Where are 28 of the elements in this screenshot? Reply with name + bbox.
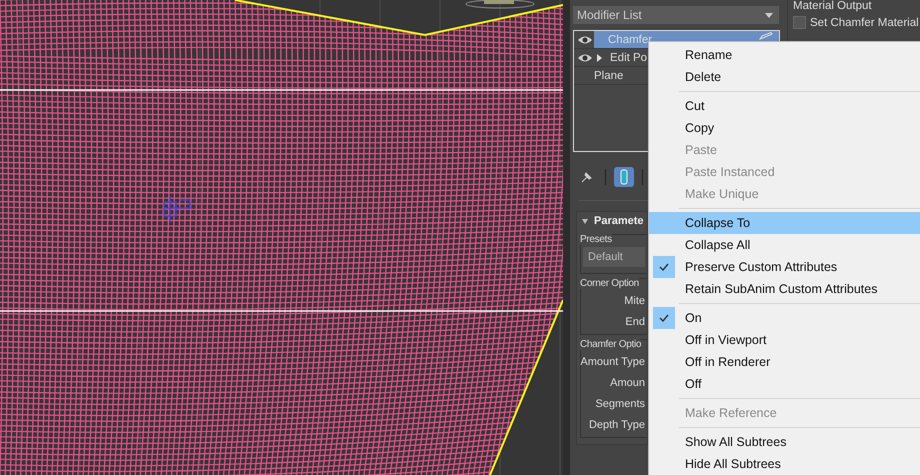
field-label: Segments (595, 398, 645, 410)
section-title: Material Output (793, 0, 873, 12)
modifier-list-dropdown[interactable]: Modifier List (573, 6, 779, 24)
menu-item[interactable]: Collapse To (649, 212, 920, 234)
rollout-title[interactable]: Paramete (594, 215, 644, 227)
menu-item[interactable]: Off (649, 373, 920, 395)
menu-item[interactable]: Copy (649, 117, 920, 139)
menu-item[interactable]: Retain SubAnim Custom Attributes (649, 278, 920, 300)
menu-item[interactable]: Collapse All (649, 234, 920, 256)
field-label: Mite (624, 295, 645, 307)
menu-item[interactable]: Show All Subtrees (649, 431, 920, 453)
menu-item[interactable]: Off in Viewport (649, 329, 920, 351)
group-title: Chamfer Optio (580, 339, 642, 350)
field-label: Amoun (610, 377, 645, 389)
presets-dropdown[interactable]: Default (583, 247, 645, 267)
menu-item[interactable]: Preserve Custom Attributes (649, 256, 920, 278)
menu-item[interactable]: Hide All Subtrees (649, 453, 920, 475)
menu-item[interactable]: Off in Renderer (649, 351, 920, 373)
field-label: Amount Type (580, 356, 645, 368)
checkbox-label: Set Chamfer Material (810, 16, 919, 28)
menu-item[interactable]: Delete (649, 66, 920, 88)
group-title: Presets (580, 234, 612, 245)
group-title: Corner Option (580, 278, 639, 289)
field-label: Depth Type (588, 419, 645, 431)
field-label: End (625, 316, 645, 328)
menu-item[interactable]: Cut (649, 95, 920, 117)
menu-item[interactable]: On (649, 307, 920, 329)
modifier-list-label: Modifier List (577, 8, 642, 22)
